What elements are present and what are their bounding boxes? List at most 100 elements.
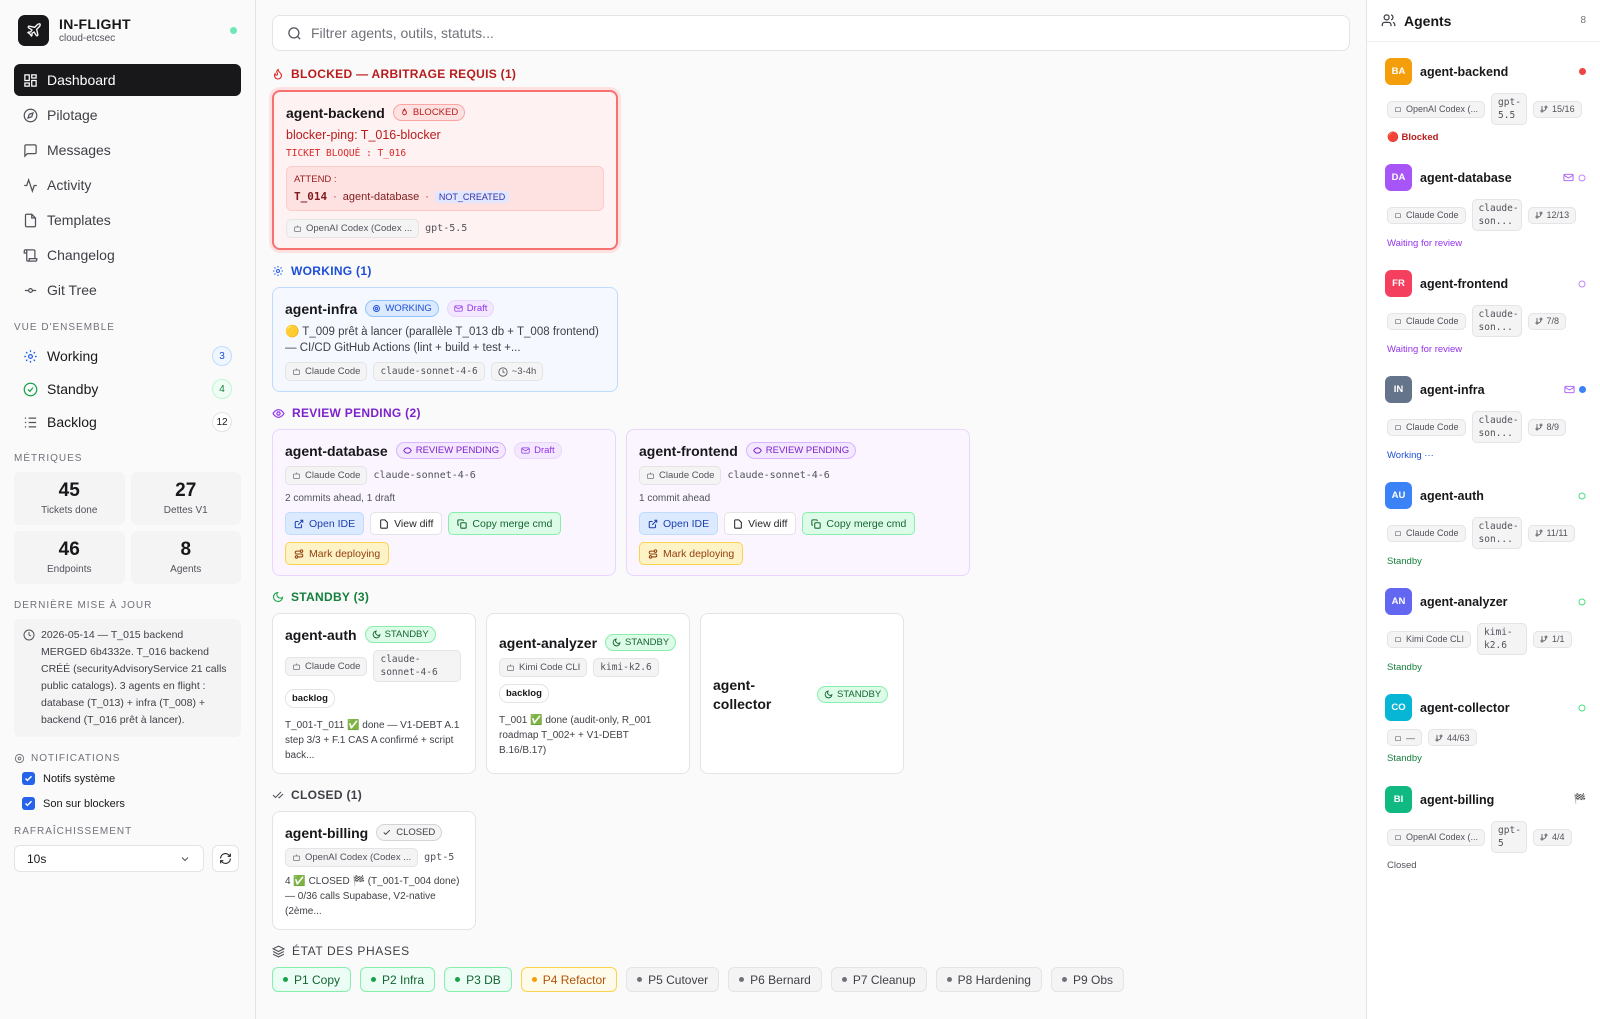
agent-list-item[interactable]: DA agent-database Claude Code claude-son… [1367, 148, 1600, 254]
copy-merge-button[interactable]: Copy merge cmd [802, 512, 916, 535]
group-title: CLOSED (1) [291, 788, 363, 802]
phase-chip[interactable]: P7 Cleanup [830, 967, 927, 992]
git-branch-icon [1535, 317, 1543, 325]
progress-value: 8/9 [1546, 422, 1560, 432]
card-agent-backend[interactable]: agent-backend BLOCKED blocker-ping: T_01… [272, 90, 618, 250]
plane-logo-icon [18, 14, 49, 46]
open-ide-button[interactable]: Open IDE [639, 512, 719, 535]
metric-dettes: 27 Dettes V1 [130, 472, 241, 525]
overview-backlog[interactable]: Backlog 12 [14, 407, 241, 437]
avatar: CO [1385, 694, 1412, 721]
agent-list-item[interactable]: AN agent-analyzer Kimi Code CLI kimi-k2.… [1367, 572, 1600, 678]
agent-name: agent-auth [285, 626, 357, 643]
agent-list-item[interactable]: BA agent-backend OpenAI Codex (... gpt-5… [1367, 42, 1600, 148]
scroll-icon [23, 248, 38, 263]
external-link-icon [648, 519, 658, 529]
tool-name: OpenAI Codex (... [1406, 832, 1479, 842]
agents-panel-header: Agents 8 [1367, 0, 1600, 42]
tool-tag: OpenAI Codex (Codex ... [286, 219, 420, 238]
agent-list-item[interactable]: AU agent-auth Claude Code claude-son... … [1367, 466, 1600, 572]
nav-dashboard[interactable]: Dashboard [14, 64, 241, 96]
phase-chip[interactable]: P4 Refactor [520, 967, 618, 992]
agents-panel: Agents 8 BA agent-backend OpenAI Codex (… [1366, 0, 1600, 1019]
refresh-icon [219, 852, 232, 865]
nav-changelog[interactable]: Changelog [14, 239, 241, 271]
draft-badge: Draft [514, 442, 562, 459]
overview-standby[interactable]: Standby 4 [14, 374, 241, 404]
card-agent-collector[interactable]: agent-collector STANDBY [700, 613, 904, 774]
robot-icon [1394, 833, 1402, 841]
agent-name: agent-database [285, 442, 388, 459]
robot-icon [646, 471, 655, 480]
phase-chip[interactable]: P1 Copy [272, 967, 352, 992]
refresh-button[interactable] [212, 845, 239, 872]
overview-label: Working [47, 348, 99, 364]
card-agent-database[interactable]: agent-database REVIEW PENDING Draft Clau… [272, 429, 616, 576]
metric-label: Agents [170, 564, 202, 575]
progress-tag: 11/11 [1527, 524, 1575, 542]
view-diff-button[interactable]: View diff [724, 512, 797, 535]
checkbox-checked-icon[interactable] [22, 797, 35, 810]
phase-chip[interactable]: P2 Infra [360, 967, 436, 992]
clock-icon [23, 629, 35, 729]
progress-tag: 44/63 [1428, 729, 1477, 746]
mark-deploying-button[interactable]: Mark deploying [285, 542, 390, 565]
agent-name: agent-database [1420, 170, 1512, 185]
refresh-interval-select[interactable]: 10s [14, 845, 204, 872]
card-agent-infra[interactable]: agent-infra WORKING Draft 🟡 T_009 prêt à… [272, 287, 618, 392]
view-diff-button[interactable]: View diff [370, 512, 443, 535]
button-label: Mark deploying [663, 547, 735, 560]
clock-icon [498, 366, 508, 377]
overview-working[interactable]: Working 3 [14, 341, 241, 371]
checkbox-notifs-systeme[interactable]: Notifs système [22, 772, 241, 785]
nav-templates[interactable]: Templates [14, 204, 241, 236]
notifications-title: NOTIFICATIONS [14, 753, 241, 764]
robot-icon [292, 367, 301, 376]
phase-chip[interactable]: P6 Bernard [728, 967, 822, 992]
mark-deploying-button[interactable]: Mark deploying [639, 542, 744, 565]
checkbox-checked-icon[interactable] [22, 772, 35, 785]
refresh-title: RAFRAÎCHISSEMENT [14, 826, 133, 837]
group-title: BLOCKED — ARBITRAGE REQUIS (1) [291, 67, 517, 81]
agent-list-item[interactable]: FR agent-frontend Claude Code claude-son… [1367, 254, 1600, 360]
status-badge-working: WORKING [365, 300, 439, 317]
phase-label: P1 Copy [294, 972, 341, 987]
phase-chip[interactable]: P5 Cutover [626, 967, 720, 992]
card-agent-auth[interactable]: agent-auth STANDBY Claude Code claude-so… [272, 613, 476, 774]
git-branch-icon [1535, 211, 1543, 219]
tool-name: OpenAI Codex (... [1406, 104, 1479, 114]
card-agent-billing[interactable]: agent-billing CLOSED OpenAI Codex (Codex… [272, 811, 476, 930]
mail-icon [1564, 384, 1575, 395]
phase-chip[interactable]: P8 Hardening [935, 967, 1042, 992]
agents-panel-title: Agents [1404, 12, 1452, 29]
agent-list-item[interactable]: IN agent-infra Claude Code claude-son...… [1367, 360, 1600, 466]
phase-chip[interactable]: P3 DB [444, 967, 512, 992]
metric-tickets-done: 45 Tickets done [14, 472, 125, 525]
robot-icon [1394, 105, 1402, 113]
badge-text: Draft [534, 445, 555, 456]
checkbox-son-blockers[interactable]: Son sur blockers [22, 797, 241, 810]
brand[interactable]: IN-FLIGHT cloud-etcsec [18, 12, 241, 48]
card-agent-frontend[interactable]: agent-frontend REVIEW PENDING Claude Cod… [626, 429, 970, 576]
phase-dot [739, 977, 745, 982]
agent-list-item[interactable]: CO agent-collector — 44/63 Standby [1367, 678, 1600, 770]
open-ide-button[interactable]: Open IDE [285, 512, 365, 535]
gear-icon [272, 265, 284, 277]
phase-dot [1061, 977, 1067, 982]
button-label: View diff [394, 517, 434, 530]
nav-messages[interactable]: Messages [14, 134, 241, 166]
avatar: BA [1385, 58, 1412, 85]
phase-chip[interactable]: P9 Obs [1050, 967, 1124, 992]
gear-icon [23, 349, 38, 364]
agent-list-item[interactable]: BI agent-billing 🏁 OpenAI Codex (... gpt… [1367, 770, 1600, 876]
phase-label: P6 Bernard [750, 972, 811, 987]
tool-tag: OpenAI Codex (... [1387, 828, 1486, 846]
copy-merge-button[interactable]: Copy merge cmd [448, 512, 562, 535]
nav-git-tree[interactable]: Git Tree [14, 274, 241, 306]
nav-activity[interactable]: Activity [14, 169, 241, 201]
card-agent-analyzer[interactable]: agent-analyzer STANDBY Kimi Code CLI kim… [486, 613, 690, 774]
search-input[interactable] [311, 25, 1211, 41]
nav-pilotage[interactable]: Pilotage [14, 99, 241, 131]
progress-tag: 12/13 [1527, 206, 1577, 224]
search-bar[interactable] [272, 15, 1350, 51]
